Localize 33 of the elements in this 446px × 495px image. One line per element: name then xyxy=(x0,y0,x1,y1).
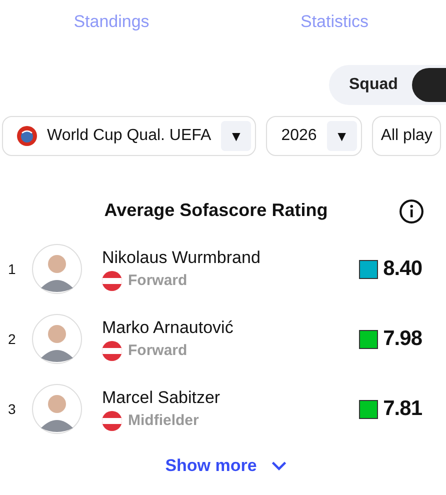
flag-icon xyxy=(102,340,122,360)
player-name[interactable]: Marcel Sabitzer xyxy=(102,388,360,408)
player-position: Forward xyxy=(128,272,188,289)
player-avatar[interactable] xyxy=(32,244,82,294)
player-name[interactable]: Marko Arnautović xyxy=(102,318,360,338)
rank-number: 1 xyxy=(8,261,17,277)
rating-value: 7.81 xyxy=(383,397,422,421)
toggle-option[interactable]: Squad xyxy=(349,76,398,94)
player-avatar[interactable] xyxy=(32,384,82,434)
player-position: Forward xyxy=(128,342,188,359)
logo-icon xyxy=(17,126,37,146)
caret-icon: ▼ xyxy=(326,121,357,151)
rank-number: 2 xyxy=(8,331,17,347)
dropdown[interactable]: 2026 ▼ xyxy=(266,116,362,156)
rank-number: 3 xyxy=(8,401,17,417)
rating-value: 7.98 xyxy=(383,327,422,351)
flag-icon xyxy=(102,270,122,290)
show-more-button[interactable]: Show more xyxy=(161,454,291,478)
chevron-down-icon xyxy=(270,460,287,472)
dropdown-value: All play xyxy=(380,127,432,145)
caret-icon: ▼ xyxy=(221,121,252,151)
player-avatar[interactable] xyxy=(32,314,82,364)
toggle-option[interactable] xyxy=(412,68,446,102)
info-icon[interactable] xyxy=(399,199,424,224)
dropdown[interactable]: World Cup Qual. UEFA ▼ xyxy=(2,116,256,156)
player-position: Midfielder xyxy=(128,412,199,429)
dropdown[interactable]: All play xyxy=(372,116,442,156)
rating-value: 8.40 xyxy=(383,257,422,281)
dropdown-value: World Cup Qual. UEFA xyxy=(47,127,212,145)
section-title: Average Sofascore Rating xyxy=(104,200,328,220)
player-name[interactable]: Nikolaus Wurmbrand xyxy=(102,248,360,268)
dropdown-value: 2026 xyxy=(281,127,317,145)
flag-icon xyxy=(102,410,122,430)
